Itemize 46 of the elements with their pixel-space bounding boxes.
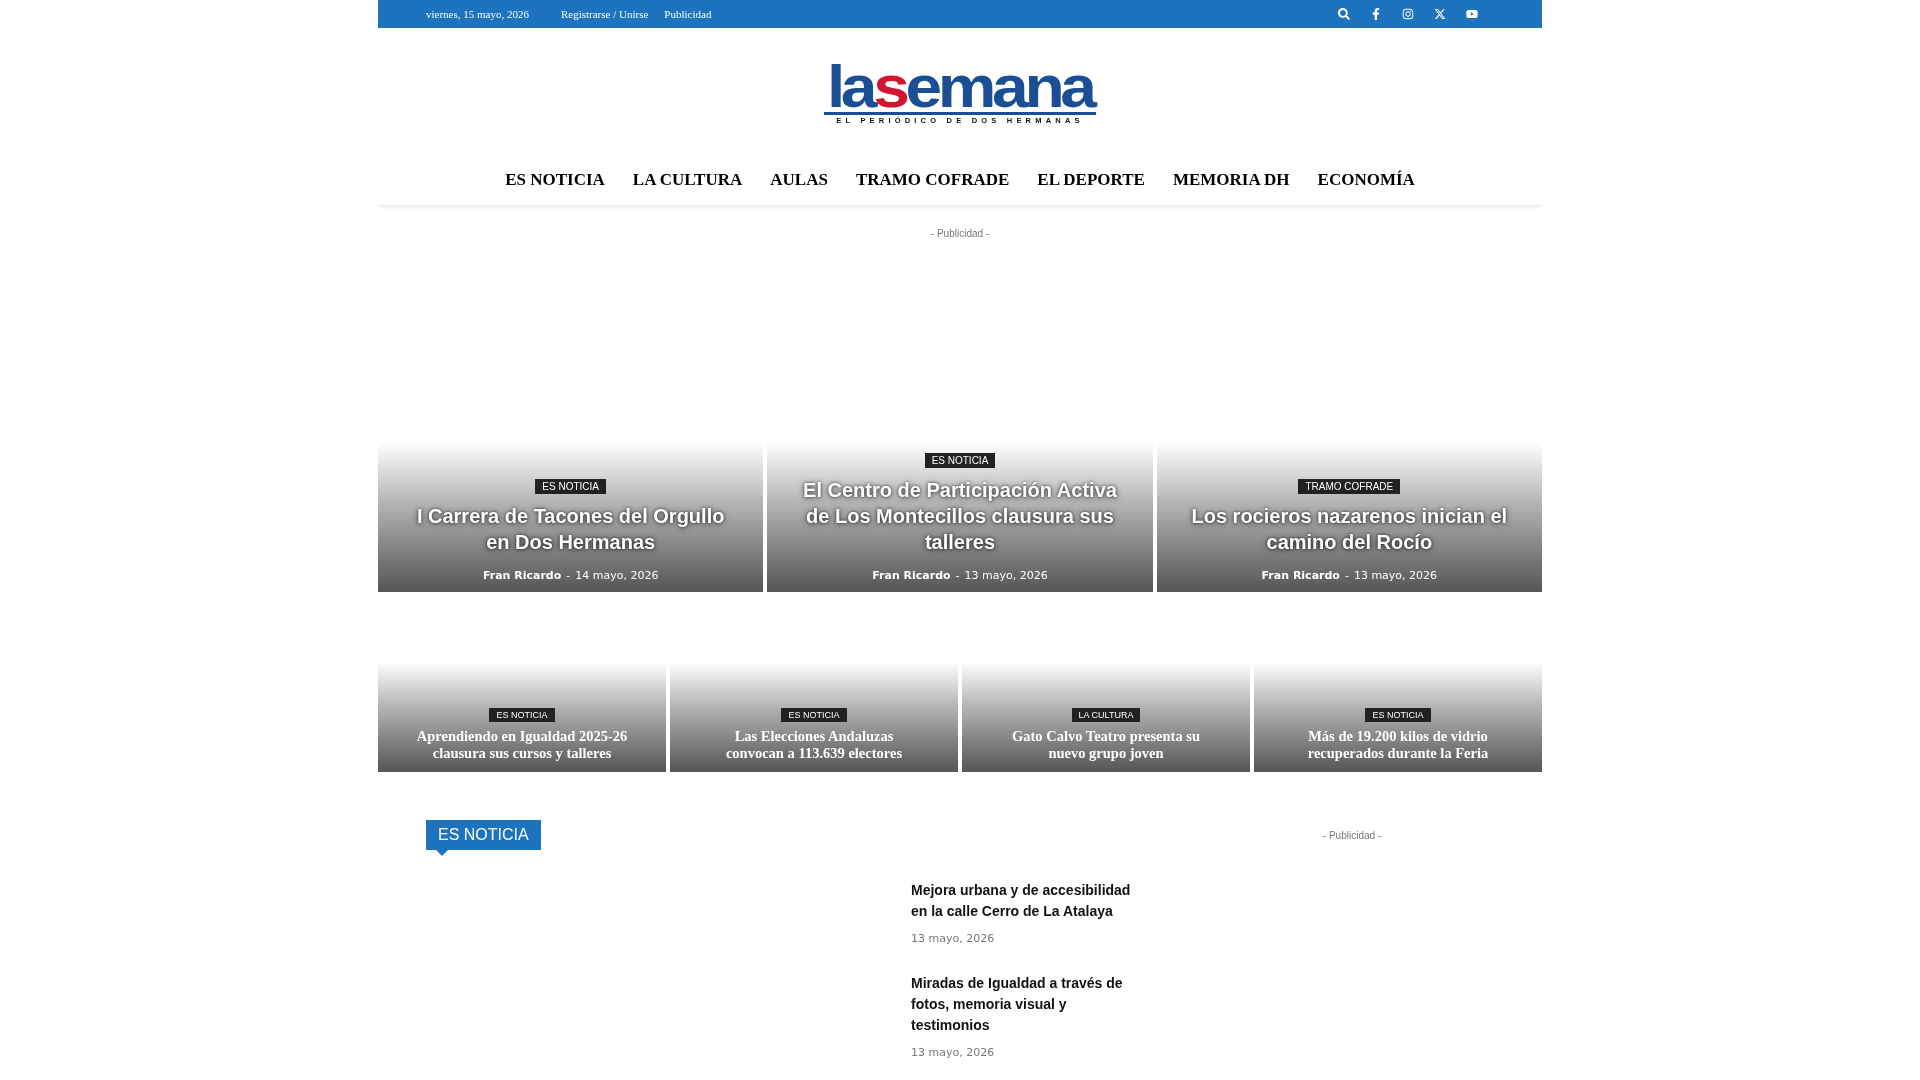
meta-separator: - xyxy=(566,569,571,582)
heading-pointer xyxy=(436,850,448,856)
article-title: I Carrera de Tacones del Orgullo en Dos Hermanas xyxy=(415,504,726,555)
nav-item[interactable]: AULAS xyxy=(756,170,842,190)
instagram-icon[interactable] xyxy=(1402,8,1414,20)
section-heading: ES NOTICIA xyxy=(426,820,541,850)
article-title: Aprendiendo en Igualdad 2025-26 clausura sus cursos y talleres xyxy=(415,728,629,762)
category-tag: ES NOTICIA xyxy=(1365,708,1431,722)
author-name: Fran Ricardo xyxy=(482,569,562,582)
article-date: 13 mayo, 2026 xyxy=(911,932,996,945)
nav-item[interactable]: MEMORIA DH xyxy=(1158,170,1304,190)
facebook-icon[interactable] xyxy=(1370,8,1382,20)
article-title: Más de 19.200 kilos de vidrio recuperados durante la Feria xyxy=(1306,728,1490,762)
nav-item[interactable]: ECONOMÍA xyxy=(1303,170,1429,190)
article-date: 14 mayo, 2026 xyxy=(575,569,659,582)
top-link[interactable]: Publicidad xyxy=(664,8,712,20)
category-tag: LA CULTURA xyxy=(1071,708,1141,722)
article-title: El Centro de Participación Activa de Los Montecillos clausura sus talleres xyxy=(802,478,1118,555)
category-tag: ES NOTICIA xyxy=(781,708,847,722)
meta-separator: - xyxy=(1344,569,1349,582)
top-link[interactable]: Registrarse / Unirse xyxy=(560,8,649,20)
date-text: viernes, 15 mayo, 2026 xyxy=(426,8,529,20)
article-date: 13 mayo, 2026 xyxy=(911,1046,996,1059)
article-title[interactable]: Mejora urbana y de accesibilidad en la calle Cerro de La Atalaya xyxy=(911,880,1131,922)
search-icon[interactable] xyxy=(1338,8,1350,20)
nav-item[interactable]: LA CULTURA xyxy=(618,170,757,190)
article-date: 13 mayo, 2026 xyxy=(964,569,1048,582)
meta-separator: - xyxy=(955,569,960,582)
article-title[interactable]: Miradas de Igualdad a través de fotos, memoria visual y testimonios xyxy=(911,973,1131,1036)
x-icon[interactable] xyxy=(1434,8,1446,20)
author-name: Fran Ricardo xyxy=(1261,569,1340,582)
article-date: 13 mayo, 2026 xyxy=(1353,569,1438,582)
ad-label: - Publicidad - xyxy=(929,227,991,239)
article-title: Las Elecciones Andaluzas convocan a 113.639 electores xyxy=(724,728,904,762)
category-tag: TRAMO COFRADE xyxy=(1298,479,1401,494)
nav-item[interactable]: TRAMO COFRADE xyxy=(841,170,1024,190)
category-tag: ES NOTICIA xyxy=(535,479,606,494)
nav-item[interactable]: ES NOTICIA xyxy=(491,170,619,190)
ad-label: - Publicidad - xyxy=(1321,829,1383,843)
article-title: Los rocieros nazarenos inician el camino del Rocío xyxy=(1190,504,1509,555)
youtube-icon[interactable] xyxy=(1466,8,1478,20)
category-tag: ES NOTICIA xyxy=(924,453,996,468)
nav-item[interactable]: EL DEPORTE xyxy=(1023,170,1159,190)
article-title: Gato Calvo Teatro presenta su nuevo grupo joven xyxy=(1011,728,1201,762)
author-name: Fran Ricardo xyxy=(872,569,951,582)
category-tag: ES NOTICIA xyxy=(489,708,555,722)
